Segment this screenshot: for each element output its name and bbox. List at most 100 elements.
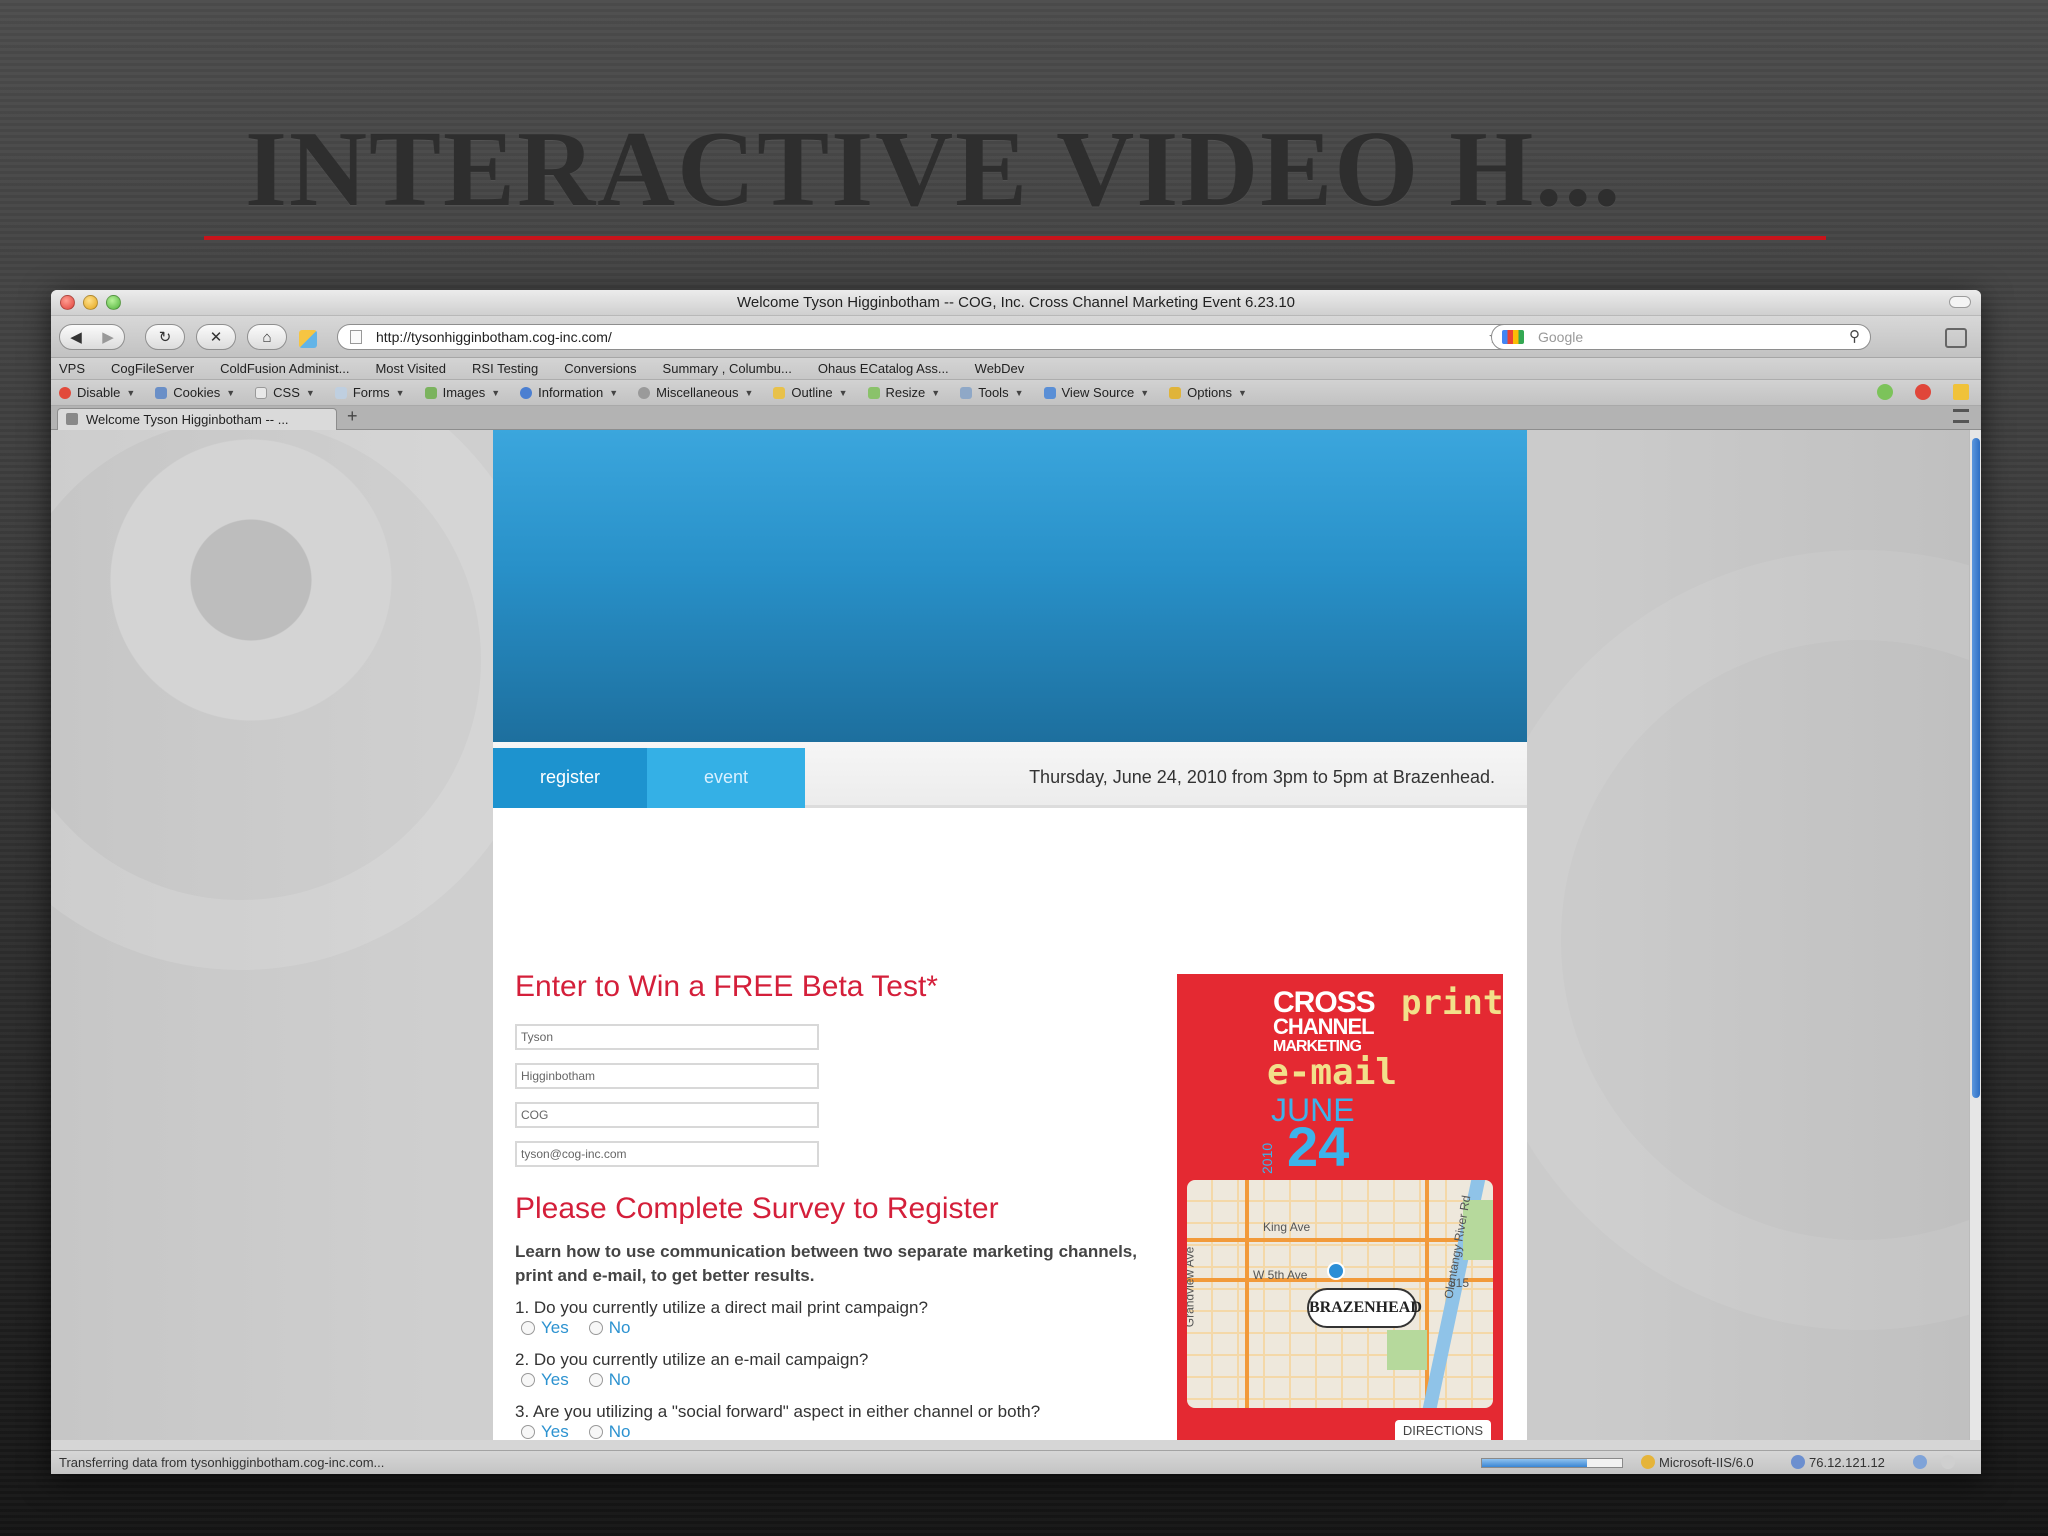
nav-register[interactable]: register — [493, 748, 647, 808]
survey-question: 3. Are you utilizing a "social forward" … — [515, 1402, 1041, 1421]
devtool-outline[interactable]: Outline ▼ — [773, 385, 848, 400]
answer-no-label[interactable]: No — [609, 1422, 631, 1440]
first-name-field[interactable]: Tyson — [515, 1024, 819, 1050]
reload-button[interactable]: ↻ — [145, 324, 185, 350]
bookmark-item[interactable]: Conversions — [564, 361, 636, 376]
chevron-down-icon: ▼ — [1140, 387, 1150, 398]
devtool-label: CSS — [273, 385, 300, 400]
devtool-label: Images — [442, 385, 486, 400]
warning-icon[interactable] — [1953, 384, 1969, 400]
tab-list-icon[interactable] — [1953, 409, 1969, 423]
devtool-tools[interactable]: Tools ▼ — [960, 385, 1024, 400]
bookmark-item[interactable]: Most Visited — [375, 361, 446, 376]
location-pin-icon[interactable] — [1327, 1262, 1345, 1280]
devtool-miscellaneous[interactable]: Miscellaneous ▼ — [638, 385, 753, 400]
devtool-images[interactable]: Images ▼ — [424, 385, 500, 400]
css-icon — [255, 386, 268, 399]
devtool-view-source[interactable]: View Source ▼ — [1043, 385, 1150, 400]
bookmark-item[interactable]: VPS — [59, 361, 85, 376]
minimize-window-icon[interactable] — [83, 295, 98, 310]
devtool-cookies[interactable]: Cookies ▼ — [155, 385, 235, 400]
back-arrow-icon[interactable]: ◀ — [70, 328, 82, 346]
answer-yes-label[interactable]: Yes — [541, 1422, 569, 1440]
event-map[interactable]: King Ave W 5th Ave Grandview Ave Olentan… — [1187, 1180, 1493, 1408]
scrollbar-thumb[interactable] — [1972, 438, 1980, 1098]
chevron-down-icon: ▼ — [744, 387, 754, 398]
forward-arrow-icon[interactable]: ▶ — [102, 328, 114, 346]
information-icon — [520, 386, 533, 399]
devtool-css[interactable]: CSS ▼ — [255, 385, 315, 400]
bookmark-item[interactable]: WebDev — [975, 361, 1025, 376]
tab-strip: Welcome Tyson Higginbotham -- ... + — [51, 406, 1981, 430]
disable-icon — [59, 386, 71, 399]
event-date-text: Thursday, June 24, 2010 from 3pm to 5pm … — [1029, 767, 1495, 787]
nav-event[interactable]: event — [647, 748, 805, 808]
map-label: 315 — [1449, 1276, 1470, 1290]
reload-icon: ↻ — [158, 329, 172, 346]
bookmark-item[interactable]: Ohaus ECatalog Ass... — [818, 361, 949, 376]
stop-button[interactable]: ✕ — [196, 324, 236, 350]
window-restore-icon[interactable] — [1945, 328, 1967, 348]
addon-icon[interactable] — [299, 330, 317, 348]
home-icon: ⌂ — [262, 328, 272, 346]
devtool-disable[interactable]: Disable ▼ — [59, 385, 135, 400]
bookmark-item[interactable]: CogFileServer — [111, 361, 194, 376]
ip-flag-icon — [1791, 1455, 1805, 1469]
devtool-label: View Source — [1061, 385, 1135, 400]
directions-button[interactable]: DIRECTIONS — [1395, 1420, 1491, 1440]
devtool-label: Resize — [885, 385, 926, 400]
search-input[interactable]: Google ⚲ — [1491, 324, 1871, 350]
search-icon[interactable]: ⚲ — [1849, 325, 1860, 349]
chevron-down-icon: ▼ — [1237, 387, 1247, 398]
tab-welcome[interactable]: Welcome Tyson Higginbotham -- ... — [57, 408, 337, 430]
radio-yes[interactable] — [521, 1321, 535, 1335]
devtool-label: Disable — [77, 385, 121, 400]
search-engine-icon[interactable] — [1502, 330, 1524, 344]
zoom-window-icon[interactable] — [106, 295, 121, 310]
devtool-information[interactable]: Information ▼ — [520, 385, 618, 400]
devtool-label: Forms — [352, 385, 390, 400]
tab-title: Welcome Tyson Higginbotham -- ... — [86, 412, 289, 427]
validation-status — [1877, 384, 1969, 400]
radio-yes[interactable] — [521, 1425, 535, 1439]
toolbar-toggle-icon[interactable] — [1949, 296, 1971, 308]
html-error-icon[interactable] — [1915, 384, 1931, 400]
last-name-field[interactable]: Higginbotham — [515, 1063, 819, 1089]
answer-yes-label[interactable]: Yes — [541, 1318, 569, 1338]
survey-heading: Please Complete Survey to Register — [515, 1192, 999, 1225]
cookies-icon — [155, 386, 168, 399]
radio-no[interactable] — [588, 1425, 603, 1439]
bookmark-item[interactable]: RSI Testing — [472, 361, 538, 376]
devtool-label: Outline — [791, 385, 833, 400]
promo-year: 2010 — [1259, 1142, 1275, 1174]
answer-no-label[interactable]: No — [609, 1370, 631, 1390]
chevron-down-icon: ▼ — [126, 387, 136, 398]
vertical-scrollbar[interactable] — [1969, 430, 1981, 1440]
home-button[interactable]: ⌂ — [247, 324, 287, 350]
answer-no-label[interactable]: No — [609, 1318, 631, 1338]
devtool-options[interactable]: Options ▼ — [1169, 385, 1247, 400]
survey-answers: Yes No — [521, 1370, 644, 1390]
email-field[interactable]: tyson@cog-inc.com — [515, 1141, 819, 1167]
back-forward-buttons[interactable]: ◀ ▶ — [59, 324, 125, 350]
devtool-resize[interactable]: Resize ▼ — [867, 385, 940, 400]
devtool-forms[interactable]: Forms ▼ — [334, 385, 405, 400]
status-addon-icon[interactable] — [1941, 1455, 1955, 1469]
info-icon[interactable] — [1913, 1455, 1927, 1469]
web-developer-toolbar: Disable ▼ Cookies ▼ CSS ▼ Forms ▼ Images ▼ In… — [51, 380, 1981, 406]
chevron-down-icon: ▼ — [226, 387, 236, 398]
radio-yes[interactable] — [521, 1373, 535, 1387]
chevron-down-icon: ▼ — [609, 387, 619, 398]
bookmark-item[interactable]: Summary , Columbu... — [663, 361, 792, 376]
new-tab-button[interactable]: + — [347, 406, 358, 427]
css-valid-icon[interactable] — [1877, 384, 1893, 400]
url-bar[interactable]: http://tysonhigginbotham.cog-inc.com/ ☆ … — [337, 324, 1527, 350]
radio-no[interactable] — [588, 1321, 603, 1335]
company-field[interactable]: COG — [515, 1102, 819, 1128]
close-window-icon[interactable] — [60, 295, 75, 310]
radio-no[interactable] — [588, 1373, 603, 1387]
bookmark-item[interactable]: ColdFusion Administ... — [220, 361, 349, 376]
answer-yes-label[interactable]: Yes — [541, 1370, 569, 1390]
map-label: W 5th Ave — [1253, 1268, 1308, 1282]
view-source-icon — [1043, 386, 1056, 399]
